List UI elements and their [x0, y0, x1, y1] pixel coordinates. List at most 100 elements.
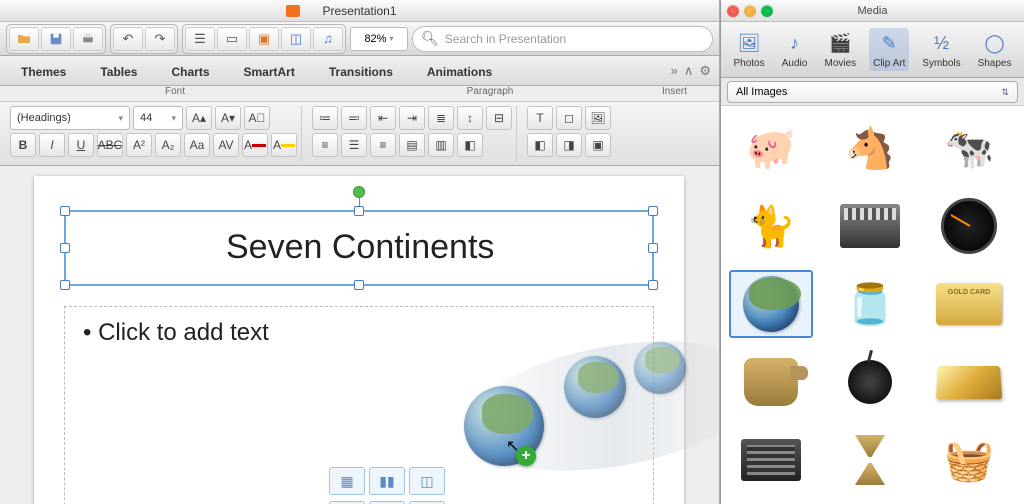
resize-handle-tl[interactable] — [60, 206, 70, 216]
zoom-select[interactable]: 82% ▾ — [350, 27, 408, 51]
grow-font-button[interactable]: A▴ — [186, 106, 212, 130]
clipart-cat[interactable]: 🐈 — [729, 192, 813, 260]
clipart-grid[interactable]: 🐖 🐴 🐄 🐈 🫙 GOLD CARD 🧺 — [721, 106, 1024, 504]
arrange-button[interactable]: ◧ — [527, 133, 553, 157]
insert-shape-button[interactable]: ◻ — [556, 106, 582, 130]
strike-button[interactable]: ABC — [97, 133, 123, 157]
media-tab-movies[interactable]: 🎬Movies — [820, 28, 860, 71]
align-right-button[interactable]: ≡ — [370, 133, 396, 157]
resize-handle-mr[interactable] — [648, 243, 658, 253]
clipart-jar[interactable]: 🫙 — [828, 270, 912, 338]
justify-button[interactable]: ▤ — [399, 133, 425, 157]
insert-textbox-button[interactable]: T — [527, 106, 553, 130]
tab-smartart[interactable]: SmartArt — [227, 57, 312, 85]
slide[interactable]: Seven Continents Click to add text ▦ ▮▮ … — [34, 176, 684, 504]
clipart-cashregister[interactable] — [828, 192, 912, 260]
clipart-cow[interactable]: 🐄 — [927, 114, 1011, 182]
bullets-button[interactable]: ≔ — [312, 106, 338, 130]
clipart-donkey[interactable]: 🐴 — [828, 114, 912, 182]
slide-title-text[interactable]: Seven Continents — [66, 212, 652, 267]
media-tab-clipart[interactable]: ✎Clip Art — [869, 28, 909, 71]
tab-themes[interactable]: Themes — [4, 57, 83, 85]
search-input[interactable]: 🔍︎ Search in Presentation — [412, 26, 713, 52]
clipart-goldbar[interactable] — [927, 348, 1011, 416]
media-tab-audio[interactable]: ♪Audio — [778, 28, 812, 71]
tab-transitions[interactable]: Transitions — [312, 57, 410, 85]
font-name-select[interactable]: (Headings)▾ — [10, 106, 130, 130]
align-center-button[interactable]: ☰ — [341, 133, 367, 157]
subscript-button[interactable]: A₂ — [155, 133, 181, 157]
view-slideshow-button[interactable]: ▣ — [249, 27, 279, 51]
outdent-button[interactable]: ⇤ — [370, 106, 396, 130]
format-button[interactable]: ☰ — [185, 27, 215, 51]
insert-chart-icon[interactable]: ▮▮ — [369, 467, 405, 495]
underline-button[interactable]: U — [68, 133, 94, 157]
media-tab-shapes[interactable]: ◯Shapes — [974, 28, 1016, 71]
shrink-font-button[interactable]: A▾ — [215, 106, 241, 130]
zoom-icon[interactable] — [761, 5, 773, 17]
resize-handle-br[interactable] — [648, 280, 658, 290]
clipart-bomb[interactable] — [828, 348, 912, 416]
clipart-wateringcan[interactable] — [729, 348, 813, 416]
font-color-button[interactable]: A — [242, 133, 268, 157]
line-spacing-button[interactable]: ≣ — [428, 106, 454, 130]
open-button[interactable] — [9, 27, 39, 51]
resize-handle-bm[interactable] — [354, 280, 364, 290]
print-button[interactable] — [73, 27, 103, 51]
align-text-button[interactable]: ⊟ — [486, 106, 512, 130]
slides-button[interactable]: ◫ — [281, 27, 311, 51]
view-normal-button[interactable]: ▭ — [217, 27, 247, 51]
change-case-button[interactable]: Aa — [184, 133, 210, 157]
columns-button[interactable]: ▥ — [428, 133, 454, 157]
indent-button[interactable]: ⇥ — [399, 106, 425, 130]
numbering-button[interactable]: ≕ — [341, 106, 367, 130]
undo-button[interactable]: ↶ — [113, 27, 143, 51]
superscript-button[interactable]: A² — [126, 133, 152, 157]
italic-button[interactable]: I — [39, 133, 65, 157]
save-button[interactable] — [41, 27, 71, 51]
insert-media-button[interactable]: ▣ — [585, 133, 611, 157]
clipart-icon: ✎ — [876, 30, 902, 56]
clipart-cashdrawer[interactable] — [729, 426, 813, 494]
clipart-basket[interactable]: 🧺 — [927, 426, 1011, 494]
char-spacing-button[interactable]: AV — [213, 133, 239, 157]
clipart-gauge[interactable] — [927, 192, 1011, 260]
insert-table-icon[interactable]: ▦ — [329, 467, 365, 495]
highlight-button[interactable]: A — [271, 133, 297, 157]
slide-editor[interactable]: Seven Continents Click to add text ▦ ▮▮ … — [0, 166, 719, 504]
collapse-ribbon-icon[interactable]: » — [671, 63, 678, 79]
clear-format-button[interactable]: A⃠ — [244, 106, 270, 130]
clipart-globe[interactable] — [729, 270, 813, 338]
quick-styles-button[interactable]: ◨ — [556, 133, 582, 157]
tab-tables[interactable]: Tables — [83, 57, 154, 85]
rotate-handle[interactable] — [353, 186, 365, 198]
gear-icon[interactable]: ⚙ — [699, 63, 711, 79]
tab-animations[interactable]: Animations — [410, 57, 509, 85]
clipart-goldcard[interactable]: GOLD CARD — [927, 270, 1011, 338]
tab-charts[interactable]: Charts — [154, 57, 226, 85]
resize-handle-ml[interactable] — [60, 243, 70, 253]
redo-button[interactable]: ↷ — [145, 27, 175, 51]
resize-handle-tr[interactable] — [648, 206, 658, 216]
clipart-category-select[interactable]: All Images ⇅ — [727, 81, 1018, 103]
convert-smartart-button[interactable]: ◧ — [457, 133, 483, 157]
resize-handle-bl[interactable] — [60, 280, 70, 290]
align-left-button[interactable]: ≡ — [312, 133, 338, 157]
font-section: (Headings)▾ 44▾ A▴ A▾ A⃠ B I U ABC A² A₂… — [6, 106, 302, 161]
clipart-hourglass[interactable] — [828, 426, 912, 494]
title-placeholder[interactable]: Seven Continents — [64, 210, 654, 286]
bold-button[interactable]: B — [10, 133, 36, 157]
insert-smartart-icon[interactable]: ◫ — [409, 467, 445, 495]
close-icon[interactable] — [727, 5, 739, 17]
font-size-select[interactable]: 44▾ — [133, 106, 183, 130]
resize-handle-tm[interactable] — [354, 206, 364, 216]
minimize-icon[interactable] — [744, 5, 756, 17]
text-direction-button[interactable]: ↕ — [457, 106, 483, 130]
clipart-pig[interactable]: 🐖 — [729, 114, 813, 182]
body-placeholder-text[interactable]: Click to add text — [83, 319, 635, 347]
ribbon-up-icon[interactable]: ∧ — [684, 63, 694, 79]
media-tab-photos[interactable]: 🖼Photos — [729, 28, 768, 71]
media-button[interactable]: ♫ — [313, 27, 343, 51]
insert-picture-button[interactable]: 🖼 — [585, 106, 611, 130]
media-tab-symbols[interactable]: ½Symbols — [918, 28, 964, 71]
